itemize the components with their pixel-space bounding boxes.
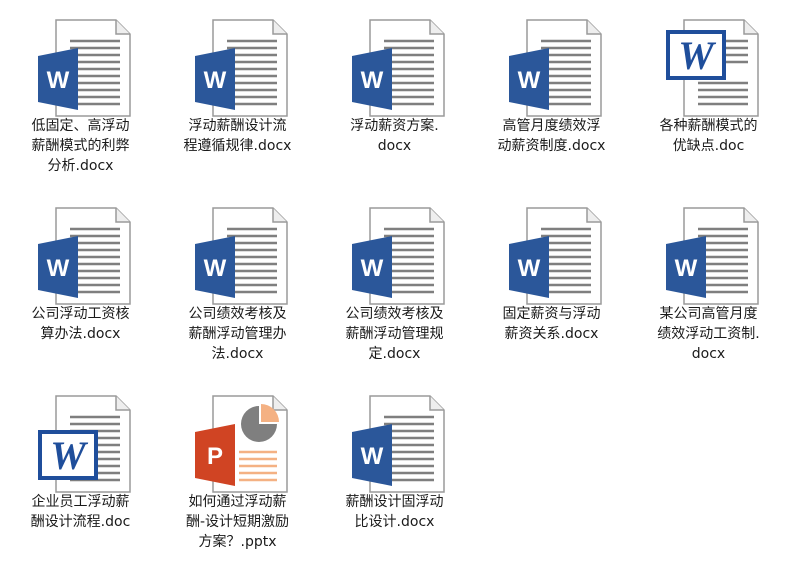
word-legacy-icon: W [666, 19, 759, 117]
file-grid: W 低固定、高浮动 薪酬模式的利弊 分析.docx W 浮动薪酬设计流 程遵循规… [0, 0, 803, 581]
file-name: 浮动薪酬设计流 程遵循规律.docx [183, 118, 292, 154]
file-item[interactable]: W 企业员工浮动薪 酬设计流程.doc [2, 376, 159, 562]
powerpoint-icon: P [195, 395, 288, 493]
file-item[interactable]: W 公司绩效考核及 薪酬浮动管理办 法.docx [159, 188, 316, 374]
file-name: 某公司高管月度 绩效浮动工资制. docx [657, 306, 760, 362]
file-item[interactable]: W 低固定、高浮动 薪酬模式的利弊 分析.docx [2, 0, 159, 186]
file-item[interactable]: W 浮动薪酬设计流 程遵循规律.docx [159, 0, 316, 186]
file-item[interactable]: W 公司绩效考核及 薪酬浮动管理规 定.docx [316, 188, 473, 374]
word-letter: W [678, 33, 716, 78]
file-item[interactable]: W 高管月度绩效浮 动薪资制度.docx [473, 0, 630, 186]
word-letter: W [204, 255, 227, 282]
file-item[interactable]: P 如何通过浮动薪 酬-设计短期激励 方案？.pptx [159, 376, 316, 562]
word-letter: W [47, 67, 70, 94]
file-item[interactable]: W 各种薪酬模式的 优缺点.doc [630, 0, 787, 186]
word-icon: W [38, 207, 131, 305]
file-name: 浮动薪资方案. docx [350, 118, 439, 154]
word-letter: W [204, 67, 227, 94]
word-letter: W [361, 67, 384, 94]
file-item[interactable]: W 固定薪资与浮动 薪资关系.docx [473, 188, 630, 374]
word-icon: W [195, 19, 288, 117]
file-name: 固定薪资与浮动 薪资关系.docx [502, 306, 601, 342]
word-icon: W [352, 19, 445, 117]
word-icon: W [509, 207, 602, 305]
word-legacy-icon: W [38, 395, 131, 493]
word-letter: W [50, 433, 88, 478]
word-icon: W [352, 207, 445, 305]
word-icon: W [509, 19, 602, 117]
word-letter: W [518, 67, 541, 94]
word-letter: W [518, 255, 541, 282]
file-item[interactable]: W 薪酬设计固浮动 比设计.docx [316, 376, 473, 562]
file-name: 公司绩效考核及 薪酬浮动管理办 法.docx [188, 306, 287, 362]
file-name: 低固定、高浮动 薪酬模式的利弊 分析.docx [31, 118, 130, 174]
word-icon: W [195, 207, 288, 305]
file-name: 公司浮动工资核 算办法.docx [31, 306, 130, 342]
word-letter: W [361, 255, 384, 282]
file-name: 公司绩效考核及 薪酬浮动管理规 定.docx [345, 306, 444, 362]
file-name: 薪酬设计固浮动 比设计.docx [345, 494, 444, 530]
file-name: 企业员工浮动薪 酬设计流程.doc [30, 494, 131, 530]
powerpoint-letter: P [207, 443, 223, 470]
file-name: 各种薪酬模式的 优缺点.doc [659, 118, 758, 154]
file-name: 高管月度绩效浮 动薪资制度.docx [497, 118, 606, 154]
word-icon: W [352, 395, 445, 493]
word-letter: W [47, 255, 70, 282]
file-name: 如何通过浮动薪 酬-设计短期激励 方案？.pptx [185, 494, 290, 550]
file-item[interactable]: W 某公司高管月度 绩效浮动工资制. docx [630, 188, 787, 374]
word-letter: W [675, 255, 698, 282]
file-item[interactable]: W 公司浮动工资核 算办法.docx [2, 188, 159, 374]
word-icon: W [666, 207, 759, 305]
word-icon: W [38, 19, 131, 117]
word-letter: W [361, 443, 384, 470]
file-item[interactable]: W 浮动薪资方案. docx [316, 0, 473, 186]
